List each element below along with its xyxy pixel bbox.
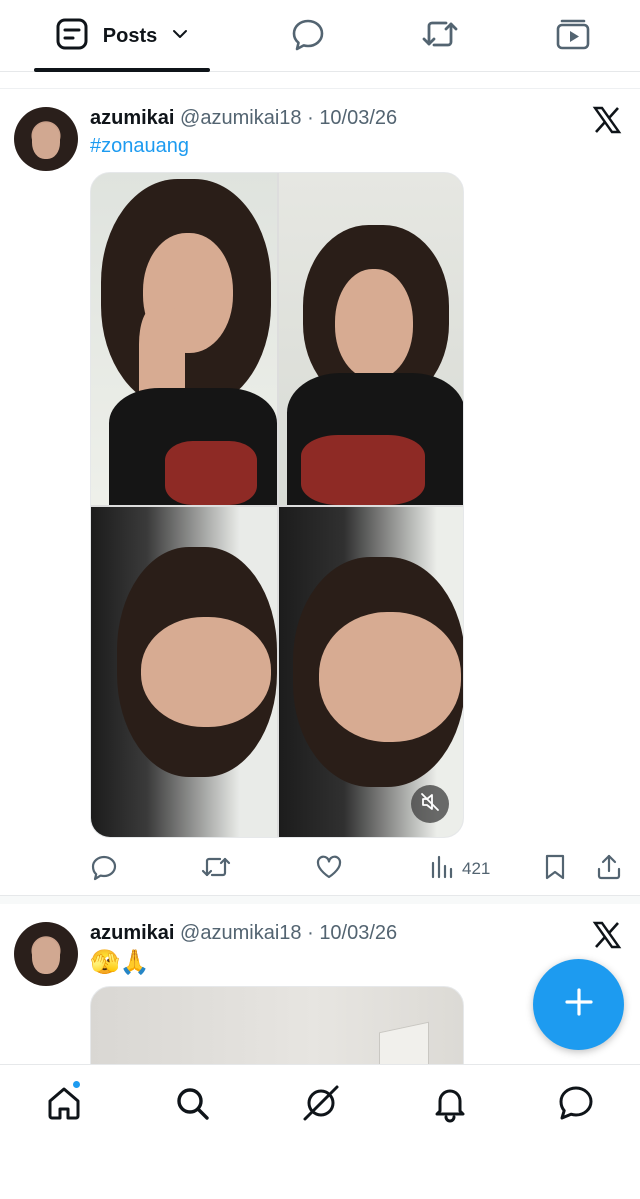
nav-home[interactable] [42, 1083, 86, 1127]
tab-media[interactable] [553, 16, 593, 56]
compose-button[interactable] [533, 959, 624, 1050]
post-date[interactable]: 10/03/26 [319, 922, 397, 944]
reply-icon [290, 16, 326, 57]
bell-icon [430, 1083, 470, 1128]
plus-icon [564, 987, 594, 1022]
post-header: azumikai @azumikai18 · 10/03/26 [90, 107, 397, 130]
x-logo-icon [592, 105, 622, 135]
home-notification-dot [71, 1079, 82, 1090]
nav-notifications[interactable] [428, 1083, 472, 1127]
tab-posts[interactable]: Posts [34, 0, 210, 72]
media-photo[interactable] [91, 173, 277, 505]
views-count: 421 [462, 859, 491, 878]
top-tab-bar: Posts [0, 0, 640, 72]
bookmark-icon [542, 853, 568, 886]
post-header: azumikai @azumikai18 · 10/03/26 [90, 922, 397, 945]
heart-icon [315, 853, 343, 886]
share-icon [596, 853, 622, 886]
avatar[interactable] [14, 922, 78, 986]
tab-replies[interactable] [288, 16, 328, 56]
muted-speaker-icon [420, 792, 440, 817]
bookmark-button[interactable] [542, 849, 568, 889]
x-logo-icon [592, 920, 622, 950]
reply-button[interactable] [90, 849, 118, 889]
nav-search[interactable] [170, 1083, 214, 1127]
author-handle[interactable]: @azumikai18 [180, 922, 301, 944]
posts-icon [55, 17, 89, 56]
search-icon [172, 1083, 212, 1128]
mute-button[interactable] [411, 785, 449, 823]
repost-button[interactable] [201, 849, 231, 889]
chevron-down-icon[interactable] [171, 25, 189, 48]
media-icon [555, 16, 591, 57]
author-handle[interactable]: @azumikai18 [180, 107, 301, 129]
author-name[interactable]: azumikai [90, 107, 174, 129]
post[interactable]: azumikai @azumikai18 · 10/03/26 #zonauan… [0, 88, 640, 896]
media-photo[interactable] [279, 507, 463, 837]
post-actions: 421 [90, 849, 630, 889]
media-photo[interactable] [279, 173, 463, 505]
avatar[interactable] [14, 107, 78, 171]
active-tab-indicator [34, 68, 210, 72]
separator: · [307, 107, 314, 129]
nav-messages[interactable] [554, 1083, 598, 1127]
separator: · [307, 922, 314, 944]
author-name[interactable]: azumikai [90, 922, 174, 944]
post-text: 🫣🙏 [90, 949, 150, 976]
bottom-navigation [0, 1064, 640, 1199]
tab-posts-label: Posts [102, 24, 158, 47]
media-photo[interactable] [91, 507, 277, 837]
hashtag-link[interactable]: #zonauang [90, 135, 189, 158]
nav-grok[interactable] [299, 1083, 343, 1127]
grok-icon [301, 1083, 341, 1128]
post-date[interactable]: 10/03/26 [319, 107, 397, 129]
views-button[interactable]: 421 [430, 849, 490, 889]
repost-icon [201, 853, 231, 886]
repost-icon [421, 16, 459, 57]
share-button[interactable] [596, 849, 622, 889]
post-media-grid[interactable] [90, 172, 464, 838]
reply-icon [90, 853, 118, 886]
messages-icon [556, 1083, 596, 1128]
like-button[interactable] [315, 849, 343, 889]
views-chart-icon [430, 855, 454, 884]
tab-reposts[interactable] [420, 16, 460, 56]
